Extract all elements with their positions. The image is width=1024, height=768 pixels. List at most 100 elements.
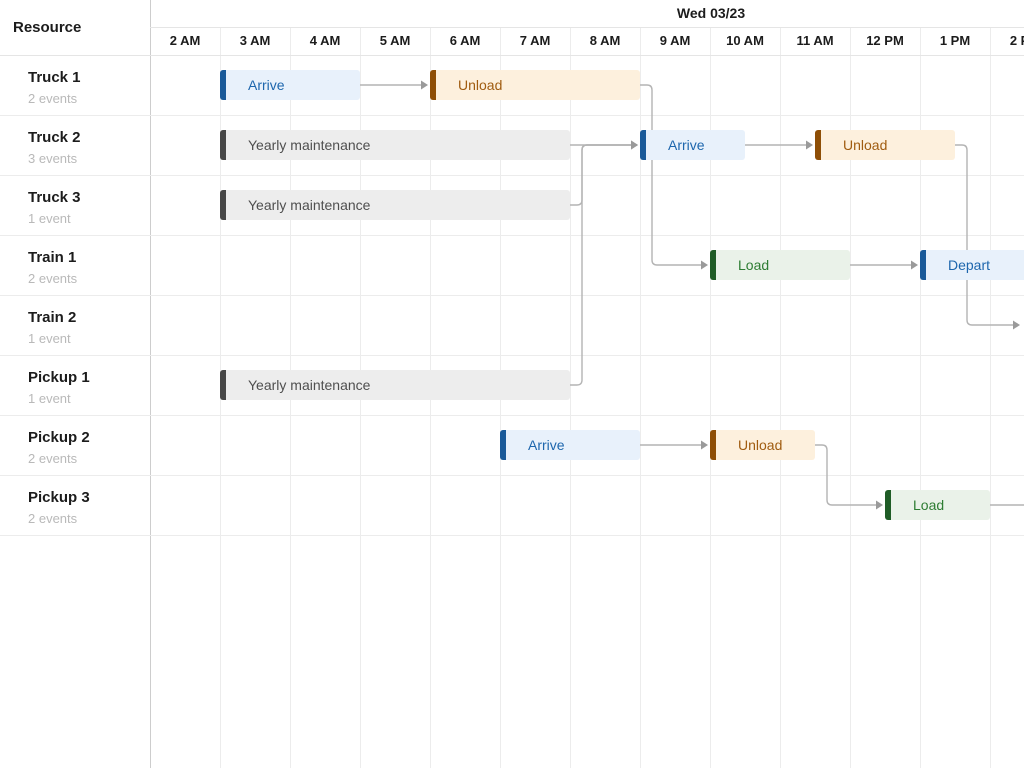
event-bar-pickup1-maintenance[interactable]: Yearly maintenance — [220, 370, 570, 400]
event-bar-truck1-arrive[interactable]: Arrive — [220, 70, 360, 100]
row-border-line — [0, 535, 1024, 536]
grid-column-line — [570, 27, 571, 768]
resource-event-count: 2 events — [28, 270, 150, 287]
event-bar-train1-load[interactable]: Load — [710, 250, 850, 280]
dependency-arrowhead — [421, 81, 428, 90]
hour-header-cell: 1 PM — [920, 27, 990, 55]
scheduler-app: Resource Wed 03/23 2 AM3 AM4 AM5 AM6 AM7… — [0, 0, 1024, 768]
header-bottom-border — [0, 55, 1024, 56]
event-bar-label: Unload — [843, 130, 955, 160]
event-bar-pickup3-load[interactable]: Load — [885, 490, 990, 520]
event-bar-stripe — [220, 190, 226, 220]
row-border-line — [0, 175, 1024, 176]
event-bar-pickup2-arrive[interactable]: Arrive — [500, 430, 640, 460]
resource-name: Truck 1 — [28, 68, 150, 87]
resource-row: Truck 3 1 event — [0, 175, 150, 235]
event-bar-label: Depart — [948, 250, 1024, 280]
dependency-arrowhead — [806, 141, 813, 150]
dependency-arrowhead — [701, 441, 708, 450]
event-bar-stripe — [815, 130, 821, 160]
event-bar-label: Unload — [738, 430, 815, 460]
resource-row: Truck 1 2 events — [0, 55, 150, 115]
event-bar-train1-depart[interactable]: Depart — [920, 250, 1024, 280]
hour-header-cell: 12 PM — [850, 27, 920, 55]
resource-name: Pickup 3 — [28, 488, 150, 507]
row-border-line — [0, 475, 1024, 476]
resource-event-count: 1 event — [28, 390, 150, 407]
event-bar-stripe — [430, 70, 436, 100]
row-border-line — [0, 115, 1024, 116]
event-bar-label: Load — [738, 250, 850, 280]
hour-header-cell: 7 AM — [500, 27, 570, 55]
resource-event-count: 1 event — [28, 210, 150, 227]
dependency-arrowhead — [876, 501, 883, 510]
event-bar-label: Yearly maintenance — [248, 130, 570, 160]
event-bar-pickup2-unload[interactable]: Unload — [710, 430, 815, 460]
event-bar-truck1-unload[interactable]: Unload — [430, 70, 640, 100]
dependency-arrowhead — [701, 261, 708, 270]
dependency-arrowhead — [911, 261, 918, 270]
resource-name: Pickup 1 — [28, 368, 150, 387]
event-bar-label: Yearly maintenance — [248, 190, 570, 220]
resource-name: Train 1 — [28, 248, 150, 267]
resource-event-count: 3 events — [28, 150, 150, 167]
hour-header-cell: 11 AM — [780, 27, 850, 55]
hour-header-cell: 5 AM — [360, 27, 430, 55]
event-bar-stripe — [885, 490, 891, 520]
resource-row: Pickup 1 1 event — [0, 355, 150, 415]
dependency-arrowhead — [1013, 321, 1020, 330]
hour-header-cell: 4 AM — [290, 27, 360, 55]
hour-header-cell: 8 AM — [570, 27, 640, 55]
resource-name: Truck 2 — [28, 128, 150, 147]
resource-event-count: 2 events — [28, 510, 150, 527]
hour-header-cell: 2 PM — [990, 27, 1024, 55]
hour-header-cell: 2 AM — [150, 27, 220, 55]
event-bar-stripe — [220, 130, 226, 160]
event-bar-label: Arrive — [248, 70, 360, 100]
day-header-label: Wed 03/23 — [677, 0, 745, 27]
resource-row: Truck 2 3 events — [0, 115, 150, 175]
dependency-arrowhead — [631, 141, 638, 150]
grid-column-line — [990, 27, 991, 768]
resource-name: Train 2 — [28, 308, 150, 327]
event-bar-truck2-arrive[interactable]: Arrive — [640, 130, 745, 160]
hour-header-cell: 6 AM — [430, 27, 500, 55]
resource-row: Train 2 1 event — [0, 295, 150, 355]
hour-header-cell: 9 AM — [640, 27, 710, 55]
event-bar-label: Load — [913, 490, 990, 520]
resource-name: Pickup 2 — [28, 428, 150, 447]
resource-row: Pickup 2 2 events — [0, 415, 150, 475]
dependency-line — [570, 145, 632, 385]
event-bar-stripe — [710, 250, 716, 280]
event-bar-label: Unload — [458, 70, 640, 100]
grid-column-line — [780, 27, 781, 768]
event-bar-truck2-unload[interactable]: Unload — [815, 130, 955, 160]
resource-row: Train 1 2 events — [0, 235, 150, 295]
event-bar-truck3-maintenance[interactable]: Yearly maintenance — [220, 190, 570, 220]
resource-event-count: 1 event — [28, 330, 150, 347]
event-bar-truck2-maintenance[interactable]: Yearly maintenance — [220, 130, 570, 160]
resource-row: Pickup 3 2 events — [0, 475, 150, 535]
row-border-line — [0, 415, 1024, 416]
event-bar-stripe — [220, 370, 226, 400]
hour-header-cell: 10 AM — [710, 27, 780, 55]
resource-column-label: Resource — [13, 19, 81, 36]
event-bar-stripe — [220, 70, 226, 100]
row-border-line — [0, 235, 1024, 236]
event-bar-label: Yearly maintenance — [248, 370, 570, 400]
row-border-line — [0, 295, 1024, 296]
resource-event-count: 2 events — [28, 90, 150, 107]
resource-name: Truck 3 — [28, 188, 150, 207]
event-bar-stripe — [640, 130, 646, 160]
hour-header-cell: 3 AM — [220, 27, 290, 55]
event-bar-stripe — [710, 430, 716, 460]
event-bar-label: Arrive — [528, 430, 640, 460]
row-border-line — [0, 355, 1024, 356]
resource-column-header: Resource — [0, 0, 150, 55]
event-bar-label: Arrive — [668, 130, 745, 160]
resource-event-count: 2 events — [28, 450, 150, 467]
dependency-arrowhead — [631, 141, 638, 150]
event-bar-stripe — [920, 250, 926, 280]
dependency-arrowhead — [631, 141, 638, 150]
event-bar-stripe — [500, 430, 506, 460]
